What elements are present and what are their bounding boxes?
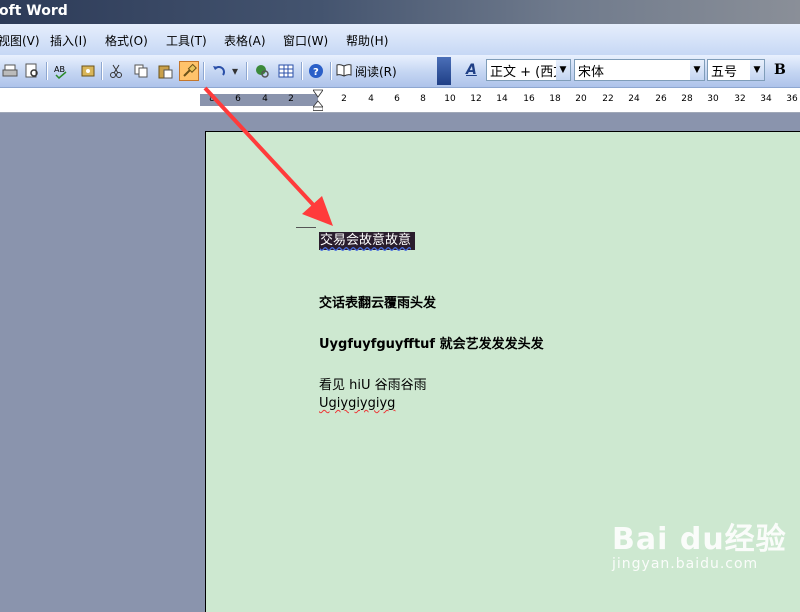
ruler-label: 34 [760,94,772,104]
undo-icon[interactable] [209,61,229,81]
read-icon [336,63,352,80]
toolbar-separator [301,62,303,80]
ruler-label: 4 [262,94,268,104]
menu-insert[interactable]: 插入(I) [50,32,87,49]
hyperlink-icon[interactable] [252,61,272,81]
watermark-logo: Bai du经验 [612,522,787,557]
print-icon[interactable] [0,61,20,81]
indent-marker-icon[interactable] [313,89,323,111]
styles-icon[interactable]: A [466,62,477,78]
table-icon[interactable] [276,61,296,81]
ruler-label: 28 [681,94,693,104]
svg-text:?: ? [313,67,319,78]
ruler-label: 18 [549,94,561,104]
ruler-label: 4 [368,94,374,104]
ruler-label: 36 [786,94,798,104]
document-paragraph[interactable]: 看见 hiU 谷雨谷雨 [319,374,427,393]
ruler-label: 24 [628,94,640,104]
menu-bar: 视图(V) 插入(I) 格式(O) 工具(T) 表格(A) 窗口(W) 帮助(H… [0,24,800,56]
ruler-label: 2 [288,94,294,104]
menu-view[interactable]: 视图(V) [0,32,40,49]
bold-button[interactable]: B [774,62,786,78]
document-paragraph[interactable]: 交易会故意故意 [319,229,416,250]
menu-window[interactable]: 窗口(W) [283,32,328,49]
read-button[interactable]: 阅读(R) [336,63,397,79]
format-painter-icon[interactable] [179,61,199,81]
toolbar-separator [203,62,205,80]
ruler-margin-area [200,94,318,106]
ruler-label: 16 [523,94,535,104]
menu-format[interactable]: 格式(O) [105,32,148,49]
help-icon[interactable]: ? [306,61,326,81]
copy-icon[interactable] [131,61,151,81]
horizontal-ruler[interactable]: 8 6 4 2 2 4 6 8 10 12 14 16 18 20 22 24 … [0,88,800,113]
window-title: oft Word [0,3,68,19]
chevron-down-icon[interactable]: ▼ [750,60,764,80]
margin-corner-mark [296,227,316,228]
ruler-label: 20 [575,94,587,104]
undo-dropdown-arrow-icon[interactable]: ▾ [229,61,241,81]
ruler-label: 12 [470,94,482,104]
toolbar-separator [101,62,103,80]
research-icon[interactable] [78,61,98,81]
ruler-label: 32 [734,94,746,104]
font-dropdown[interactable]: 宋体 ▼ [574,59,705,81]
watermark-url: jingyan.baidu.com [612,556,759,572]
font-size-value: 五号 [711,64,738,80]
menu-tools[interactable]: 工具(T) [166,32,207,49]
title-bar: oft Word [0,0,800,24]
toolbar-options-icon[interactable] [437,57,451,85]
selected-text[interactable]: 交易会故意故意 [319,232,416,250]
style-dropdown[interactable]: 正文 + (西文 ▼ [486,59,571,81]
toolbar-separator [330,62,332,80]
menu-help[interactable]: 帮助(H) [346,32,388,49]
chevron-down-icon[interactable]: ▼ [556,60,570,80]
print-preview-icon[interactable] [22,61,42,81]
document-paragraph[interactable]: 交话表翻云覆雨头发 [319,292,436,311]
ruler-label: 22 [602,94,614,104]
baidu-watermark: Bai du经验 jingyan.baidu.com [612,514,787,572]
ruler-label: 26 [655,94,667,104]
spelling-icon[interactable]: AB [51,61,71,81]
document-paragraph[interactable]: Uygfuyfguyfftuf 就会艺发发发头发 [319,333,544,352]
svg-text:AB: AB [54,65,65,74]
ruler-label: 30 [707,94,719,104]
ruler-label: 10 [444,94,456,104]
paste-icon[interactable] [155,61,175,81]
ruler-label: 8 [209,94,215,104]
toolbar-separator [246,62,248,80]
document-paragraph[interactable]: Ugiygiygiyg [319,396,395,411]
font-value: 宋体 [578,64,605,80]
chevron-down-icon[interactable]: ▼ [690,60,704,80]
cut-icon[interactable] [106,61,126,81]
style-value: 正文 + (西文 [490,64,567,80]
ruler-label: 14 [496,94,508,104]
toolbar-separator [46,62,48,80]
ruler-label: 2 [341,94,347,104]
ruler-label: 8 [420,94,426,104]
menu-table[interactable]: 表格(A) [224,32,266,49]
font-size-dropdown[interactable]: 五号 ▼ [707,59,765,81]
ruler-label: 6 [235,94,241,104]
ruler-label: 6 [394,94,400,104]
read-label: 阅读(R) [355,64,397,79]
